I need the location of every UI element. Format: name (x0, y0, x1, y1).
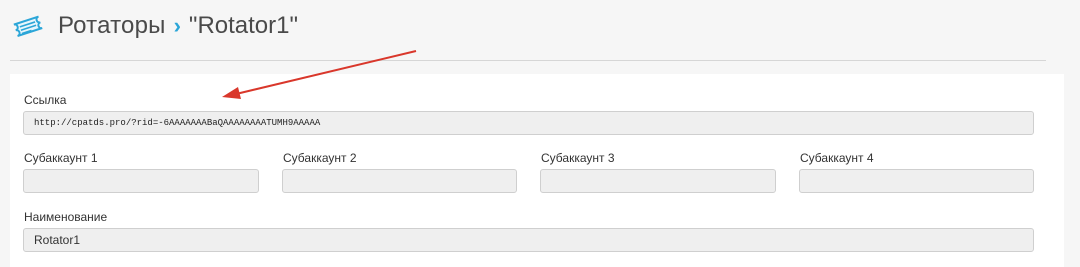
ticket-icon (13, 15, 43, 37)
header-divider (10, 60, 1046, 61)
subaccount-2-label: Субаккаунт 2 (283, 151, 357, 165)
name-value: Rotator1 (34, 233, 81, 247)
breadcrumb-current: "Rotator1" (188, 12, 299, 39)
subaccount-1-input[interactable] (23, 169, 259, 193)
subaccount-2-input[interactable] (282, 169, 517, 193)
subaccount-3-label: Субаккаунт 3 (541, 151, 615, 165)
link-value: http://cpatds.pro/?rid=-6AAAAAAABaQAAAAA… (34, 118, 321, 128)
breadcrumb-separator-icon: › (173, 13, 181, 38)
name-label: Наименование (24, 210, 108, 224)
breadcrumb-rotators-link[interactable]: Ротаторы (58, 12, 166, 40)
subaccount-4-label: Субаккаунт 4 (800, 151, 874, 165)
link-label: Ссылка (24, 93, 67, 107)
subaccount-4-input[interactable] (799, 169, 1034, 193)
page-header: Ротаторы › "Rotator1" (10, 8, 298, 44)
subaccount-3-input[interactable] (540, 169, 776, 193)
name-input[interactable]: Rotator1 (23, 228, 1034, 252)
subaccount-1-label: Субаккаунт 1 (24, 151, 98, 165)
link-field[interactable]: http://cpatds.pro/?rid=-6AAAAAAABaQAAAAA… (23, 111, 1034, 135)
